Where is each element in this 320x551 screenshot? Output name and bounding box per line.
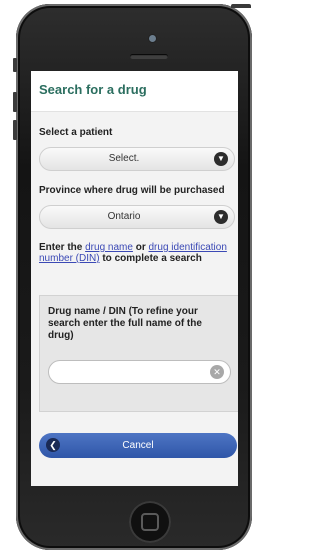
search-instructions: Enter the drug name or drug identificati…	[39, 242, 237, 264]
app-screen: Search for a drug Select a patient Selec…	[31, 71, 238, 486]
cancel-label: Cancel	[122, 440, 154, 451]
mute-switch	[13, 58, 17, 72]
patient-label: Select a patient	[39, 127, 113, 138]
volume-up-button	[13, 92, 17, 112]
instructions-suffix: to complete a search	[99, 253, 202, 264]
instructions-mid: or	[132, 242, 149, 253]
earpiece-speaker	[130, 54, 168, 59]
home-button[interactable]	[129, 501, 171, 543]
drug-search-label: Drug name / DIN (To refine your search e…	[48, 306, 202, 341]
province-label: Province where drug will be purchased	[39, 185, 225, 196]
home-square-icon	[141, 513, 159, 531]
page-title: Search for a drug	[39, 82, 147, 97]
search-form: Select a patient Select. ▼ Province wher…	[31, 112, 238, 486]
patient-select[interactable]: Select. ▼	[39, 147, 235, 171]
drug-search-input[interactable]: ✕	[48, 360, 231, 384]
volume-down-button	[13, 120, 17, 140]
clear-icon[interactable]: ✕	[210, 365, 224, 379]
power-button	[231, 4, 251, 8]
drug-search-panel: Drug name / DIN (To refine your search e…	[39, 295, 238, 412]
province-select-value: Ontario	[107, 211, 141, 222]
instructions-prefix: Enter the	[39, 242, 86, 253]
province-select[interactable]: Ontario ▼	[39, 205, 235, 229]
drug-name-link[interactable]: drug name	[85, 242, 133, 253]
patient-select-value: Select.	[108, 153, 140, 164]
chevron-down-icon: ▼	[214, 152, 228, 166]
chevron-down-icon: ▼	[214, 210, 228, 224]
page-header: Search for a drug	[31, 71, 238, 112]
cancel-button[interactable]: ❮ Cancel	[39, 433, 237, 458]
front-camera	[149, 35, 156, 42]
